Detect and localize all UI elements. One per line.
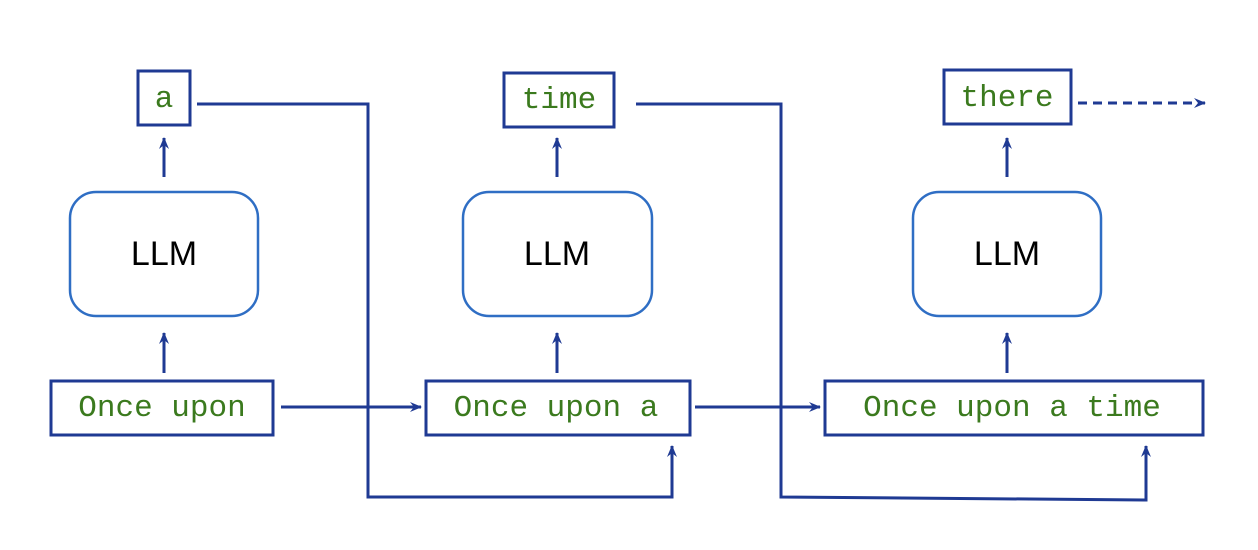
llm-label-1: LLM — [131, 235, 197, 273]
output-token-3: there — [960, 81, 1053, 116]
input-text-3: Once upon a time — [863, 391, 1161, 426]
output-token-2: time — [522, 83, 596, 118]
llm-label-2: LLM — [524, 235, 590, 273]
generation-diagram: a LLM Once upon time LLM Once upon a the… — [49, 68, 1206, 502]
step-2: time LLM Once upon a — [424, 71, 692, 437]
llm-label-3: LLM — [974, 235, 1040, 273]
input-text-1: Once upon — [78, 391, 245, 426]
step-1: a LLM Once upon — [49, 69, 275, 437]
output-token-1: a — [155, 82, 174, 117]
input-text-2: Once upon a — [454, 391, 659, 426]
step-3: there LLM Once upon a time — [823, 68, 1206, 437]
